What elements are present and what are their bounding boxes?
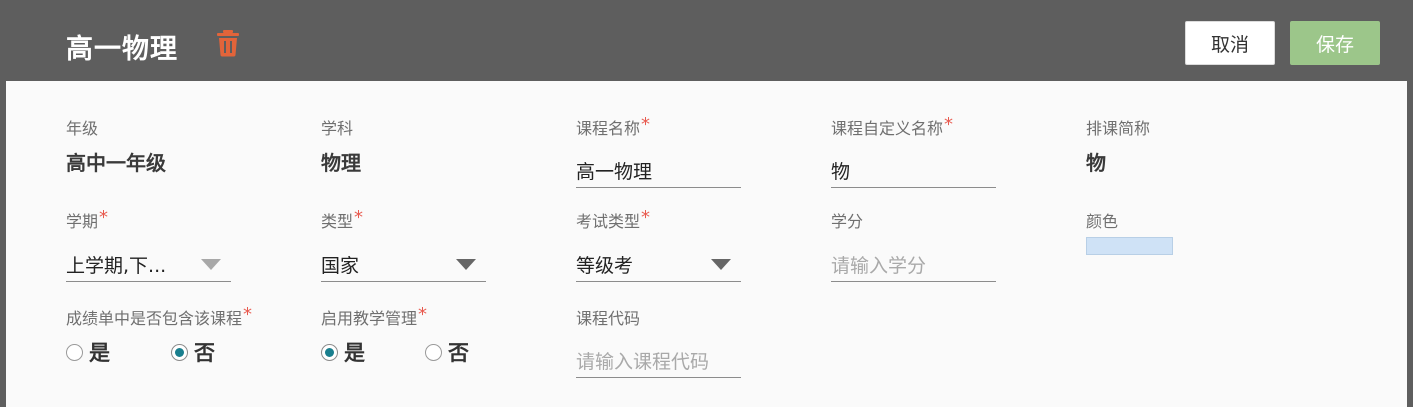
course-name-label: 课程名称* [576,114,651,138]
chevron-down-icon[interactable] [456,259,476,270]
required-mark: * [641,114,651,135]
custom-name-label: 课程自定义名称* [831,114,954,138]
type-value: 国家 [321,255,360,277]
course-code-input[interactable]: 请输入课程代码 [576,337,741,378]
term-label: 学期* [66,207,109,231]
teaching-mgmt-no-radio[interactable]: 否 [425,337,469,367]
cancel-button[interactable]: 取消 [1185,21,1275,65]
in-transcript-no-radio[interactable]: 否 [171,337,215,367]
course-name-input[interactable]: 高一物理 [576,147,741,188]
subject-value: 物理 [321,151,361,175]
save-button[interactable]: 保存 [1290,21,1380,65]
course-name-value: 高一物理 [576,161,653,183]
in-transcript-label: 成绩单中是否包含该课程* [66,304,253,328]
required-mark: * [418,304,428,325]
required-mark: * [641,207,651,228]
course-form: 年级 高中一年级 学科 物理 课程名称* 高一物理 课程自定义名称* 物 排课简… [6,81,1407,407]
short-name-value: 物 [1086,151,1106,175]
teaching-mgmt-yes-radio[interactable]: 是 [321,337,365,367]
trash-icon[interactable] [216,29,240,57]
required-mark: * [243,304,253,325]
radio-circle[interactable] [425,343,442,361]
course-code-label: 课程代码 [576,309,641,328]
exam-type-label: 考试类型* [576,207,651,231]
custom-name-value: 物 [831,161,851,183]
radio-label: 是 [344,341,365,365]
type-select[interactable]: 国家 [321,241,486,282]
radio-circle[interactable] [321,343,338,361]
in-transcript-yes-radio[interactable]: 是 [66,337,110,367]
radio-circle[interactable] [66,343,83,361]
chevron-down-icon[interactable] [711,259,731,270]
exam-type-value: 等级考 [576,255,634,277]
radio-label: 否 [448,341,469,365]
credit-label: 学分 [831,212,864,231]
exam-type-select[interactable]: 等级考 [576,241,741,282]
chevron-down-icon[interactable] [201,259,221,270]
radio-circle[interactable] [171,343,188,361]
teaching-mgmt-label: 启用教学管理* [321,304,428,328]
custom-name-input[interactable]: 物 [831,147,996,188]
required-mark: * [944,114,954,135]
credit-placeholder: 请输入学分 [831,255,927,277]
required-mark: * [99,207,109,228]
grade-label: 年级 [66,119,99,138]
subject-label: 学科 [321,119,354,138]
short-name-label: 排课简称 [1086,119,1151,138]
term-select[interactable]: 上学期,下... [66,241,231,282]
header-bar: 高一物理 取消 保存 [0,0,1413,81]
required-mark: * [354,207,364,228]
course-code-placeholder: 请输入课程代码 [576,351,710,373]
color-label: 颜色 [1086,212,1119,231]
grade-value: 高中一年级 [66,151,166,175]
credit-input[interactable]: 请输入学分 [831,241,996,282]
radio-label: 否 [194,341,215,365]
term-value: 上学期,下... [66,255,167,277]
type-label: 类型* [321,207,364,231]
color-swatch[interactable] [1086,237,1173,255]
radio-label: 是 [89,341,110,365]
page-title: 高一物理 [66,34,178,65]
